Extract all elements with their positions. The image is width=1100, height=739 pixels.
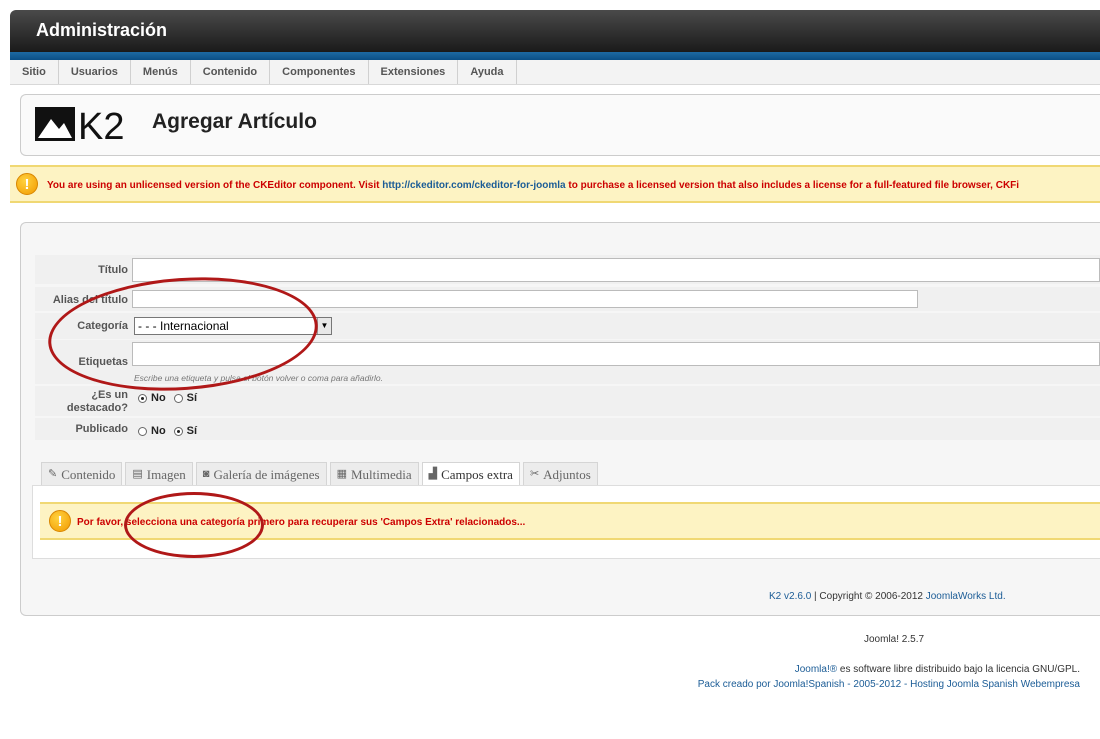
- featured-label-line1: ¿Es un: [91, 389, 128, 401]
- chevron-down-icon: ▼: [317, 318, 331, 334]
- notice-text-after: to purchase a licensed version that also…: [565, 180, 1020, 191]
- k2-copyright-text: | Copyright © 2006-2012: [811, 591, 926, 602]
- tab-adjuntos[interactable]: ✂ Adjuntos: [522, 462, 598, 486]
- menu-item-usuarios[interactable]: Usuarios: [59, 60, 131, 84]
- published-radio-group: No Sí: [138, 425, 205, 437]
- category-label: Categoría: [77, 320, 128, 332]
- notice-text-before: You are using an unlicensed version of t…: [47, 180, 383, 191]
- camera-icon: ◙: [202, 468, 210, 480]
- admin-header: Administración: [10, 10, 1100, 52]
- ckeditor-link[interactable]: http://ckeditor.com/ckeditor-for-joomla: [382, 180, 565, 191]
- tab-contenido[interactable]: ✎ Contenido: [41, 462, 123, 486]
- footer-license-text: es software libre distribuido bajo la li…: [837, 664, 1080, 675]
- featured-no-label: No: [151, 392, 166, 404]
- tab-adjuntos-label: Adjuntos: [543, 467, 591, 482]
- page-footer: Joomla!® es software libre distribuido b…: [698, 662, 1080, 692]
- tab-imagen[interactable]: ▤ Imagen: [125, 462, 193, 486]
- k2-logo: K2: [35, 106, 124, 143]
- tab-contenido-label: Contenido: [61, 467, 116, 482]
- tab-galeria-label: Galería de imágenes: [213, 467, 320, 482]
- published-yes-label: Sí: [186, 425, 198, 437]
- tab-imagen-label: Imagen: [146, 467, 186, 482]
- toolbar-box: K2 Agregar Artículo: [20, 94, 1100, 156]
- k2-logo-text: K2: [78, 106, 124, 143]
- menu-item-sitio[interactable]: Sitio: [10, 60, 59, 84]
- k2-footer: K2 v2.6.0 | Copyright © 2006-2012 Joomla…: [769, 591, 1006, 602]
- featured-radio-group: No Sí: [138, 392, 205, 404]
- tab-campos-extra-label: Campos extra: [441, 467, 513, 482]
- featured-label: ¿Es un destacado?: [35, 389, 128, 415]
- tab-multimedia-label: Multimedia: [350, 467, 412, 482]
- tab-multimedia[interactable]: ▦ Multimedia: [329, 462, 419, 486]
- featured-yes-radio[interactable]: [173, 393, 183, 403]
- header-accent-bar: [10, 52, 1100, 60]
- film-icon: ▦: [336, 468, 347, 480]
- menu-item-componentes[interactable]: Componentes: [270, 60, 369, 84]
- tags-label: Etiquetas: [78, 356, 128, 368]
- alias-input[interactable]: [132, 290, 918, 308]
- tab-galeria[interactable]: ◙ Galería de imágenes: [195, 462, 327, 486]
- edit-icon: ✎: [48, 468, 58, 480]
- published-no-radio[interactable]: [138, 426, 147, 436]
- alias-label: Alias del título: [52, 294, 128, 306]
- tags-hint: Escribe una etiqueta y pulsa el botón vo…: [134, 373, 384, 383]
- published-yes-radio[interactable]: [173, 426, 183, 436]
- featured-yes-label: Sí: [186, 392, 198, 404]
- joomla-link[interactable]: Joomla!®: [795, 664, 837, 675]
- warning-icon: !: [49, 510, 71, 532]
- published-no-label: No: [151, 425, 166, 437]
- main-menu: Sitio Usuarios Menús Contenido Component…: [10, 60, 1100, 85]
- paperclip-icon: ✂: [529, 468, 540, 480]
- admin-title: Administración: [36, 20, 168, 40]
- footer-pack-link[interactable]: Pack creado por Joomla!Spanish - 2005-20…: [698, 679, 1080, 690]
- tab-campos-extra[interactable]: ▟ Campos extra: [421, 462, 520, 486]
- warning-icon: !: [16, 173, 38, 195]
- category-selected-value: - - - Internacional: [138, 319, 229, 333]
- license-notice: ! You are using an unlicensed version of…: [10, 165, 1100, 203]
- editor-tabs: ✎ Contenido ▤ Imagen ◙ Galería de imágen…: [41, 462, 601, 486]
- menu-item-contenido[interactable]: Contenido: [191, 60, 271, 84]
- menu-item-ayuda[interactable]: Ayuda: [458, 60, 517, 84]
- joomla-version: Joomla! 2.5.7: [864, 634, 925, 645]
- title-label: Título: [98, 264, 128, 276]
- featured-label-line2: destacado?: [66, 402, 128, 414]
- fields-icon: ▟: [428, 468, 438, 480]
- k2-version-link[interactable]: K2 v2.6.0: [769, 591, 811, 602]
- published-label: Publicado: [75, 423, 128, 435]
- menu-item-extensiones[interactable]: Extensiones: [369, 60, 459, 84]
- extra-fields-notice: ! Por favor, selecciona una categoría pr…: [40, 502, 1100, 540]
- joomlaworks-link[interactable]: JoomlaWorks Ltd.: [926, 591, 1006, 602]
- menu-item-menus[interactable]: Menús: [131, 60, 191, 84]
- footer-line-1: Joomla!® es software libre distribuido b…: [698, 662, 1080, 677]
- title-input[interactable]: [132, 258, 1100, 282]
- image-icon: ▤: [132, 468, 143, 480]
- extra-fields-notice-text: Por favor, selecciona una categoría prim…: [77, 517, 526, 528]
- category-select[interactable]: - - - Internacional ▼: [134, 317, 332, 335]
- tags-input[interactable]: [132, 342, 1100, 366]
- page-title: Agregar Artículo: [152, 110, 317, 133]
- featured-no-radio[interactable]: [138, 393, 147, 403]
- license-notice-text: You are using an unlicensed version of t…: [47, 180, 1019, 191]
